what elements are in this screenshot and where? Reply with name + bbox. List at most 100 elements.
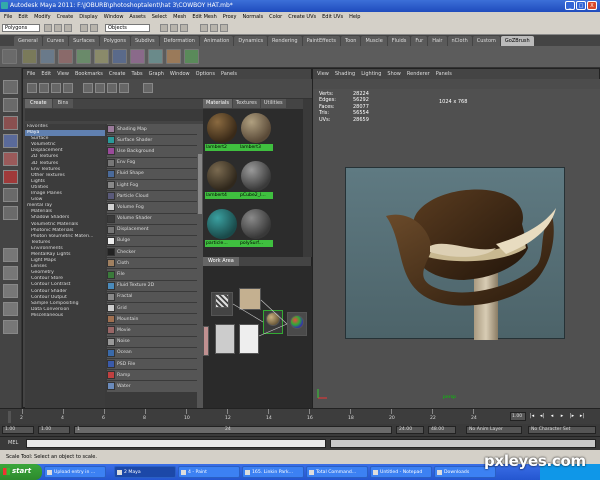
- step-forward-icon[interactable]: |▸: [568, 412, 576, 420]
- node-type-button[interactable]: Volume Fog: [107, 202, 197, 213]
- time-slider[interactable]: |◂ ◂| ◂ ▸ |▸ ▸| 1.00 2 4 6 8 10 12 14 16 18 20 22 2…: [0, 408, 600, 424]
- create-bar-search[interactable]: [25, 109, 203, 121]
- open-scene-icon[interactable]: [54, 24, 62, 32]
- node-type-button[interactable]: Ramp: [107, 370, 197, 381]
- node-type-button[interactable]: Fluid Shape: [107, 168, 197, 179]
- node-type-button[interactable]: File: [107, 269, 197, 280]
- minimize-button[interactable]: _: [565, 1, 575, 10]
- tab-curves[interactable]: Curves: [42, 36, 69, 46]
- input-connections-icon[interactable]: [95, 83, 105, 93]
- play-backward-icon[interactable]: ◂: [548, 412, 556, 420]
- tab-surfaces[interactable]: Surfaces: [69, 36, 99, 46]
- hs-menu-bookmarks[interactable]: Bookmarks: [75, 71, 103, 77]
- mel-command-input[interactable]: [26, 439, 326, 448]
- tree-item[interactable]: Photon Volumetric Materi...: [25, 234, 105, 240]
- menu-create-uvs[interactable]: Create UVs: [288, 14, 316, 20]
- node-type-button[interactable]: Checker: [107, 247, 197, 258]
- scrollbar-thumb[interactable]: [198, 154, 202, 214]
- paint-select-tool-icon[interactable]: [3, 116, 18, 130]
- shelf-tool-icon[interactable]: [58, 49, 73, 64]
- taskbar-item[interactable]: Upload entry in ...: [44, 466, 106, 478]
- go-to-end-icon[interactable]: ▸|: [578, 412, 586, 420]
- vp-menu-renderer[interactable]: Renderer: [407, 71, 430, 77]
- two-pane-layout-icon[interactable]: [3, 284, 18, 298]
- shelf-tool-icon[interactable]: [94, 49, 109, 64]
- maximize-button[interactable]: □: [576, 1, 586, 10]
- node-type-button[interactable]: Particle Cloud: [107, 191, 197, 202]
- menu-set-dropdown[interactable]: Polygons: [2, 24, 40, 32]
- manipulator-tool-icon[interactable]: [3, 188, 18, 202]
- tab-rendering[interactable]: Rendering: [268, 36, 302, 46]
- material-swatch[interactable]: lambert3: [239, 113, 273, 151]
- node-type-button[interactable]: Bulge: [107, 235, 197, 247]
- node-type-button[interactable]: Fluid Texture 2D: [107, 280, 197, 291]
- menu-proxy[interactable]: Proxy: [223, 14, 237, 20]
- hs-menu-graph[interactable]: Graph: [149, 71, 164, 77]
- viewport-canvas[interactable]: Verts: 28224 Edges: 56292 Faces: 28077 Tris: 56…: [313, 89, 600, 409]
- new-scene-icon[interactable]: [44, 24, 52, 32]
- tab-toon[interactable]: Toon: [340, 36, 361, 46]
- menu-window[interactable]: Window: [104, 14, 124, 20]
- hs-menu-tabs[interactable]: Tabs: [132, 71, 143, 77]
- character-set-dropdown[interactable]: No Character Set: [528, 426, 596, 434]
- node-type-button[interactable]: Use Background: [107, 146, 197, 157]
- node-type-button[interactable]: Water: [107, 381, 197, 392]
- menu-edit-mesh[interactable]: Edit Mesh: [192, 14, 216, 20]
- material-swatch[interactable]: lambert4: [205, 161, 239, 199]
- tree-item[interactable]: Miscellaneous: [25, 313, 105, 319]
- rotate-tool-icon[interactable]: [3, 152, 18, 166]
- hs-menu-panels[interactable]: Panels: [221, 71, 237, 77]
- shelf-tool-icon[interactable]: [22, 49, 37, 64]
- end-time-field[interactable]: 48.00: [428, 426, 456, 434]
- hs-menu-view[interactable]: View: [57, 71, 69, 77]
- node-type-button[interactable]: Fractal: [107, 291, 197, 302]
- node-type-button[interactable]: Noise: [107, 336, 197, 347]
- select-tool-icon[interactable]: [3, 80, 18, 94]
- render-icon[interactable]: [200, 24, 208, 32]
- show-bottom-tabs-icon[interactable]: [51, 83, 61, 93]
- play-forward-icon[interactable]: ▸: [558, 412, 566, 420]
- vp-menu-view[interactable]: View: [317, 71, 329, 77]
- output-connections-icon[interactable]: [107, 83, 117, 93]
- vp-menu-lighting[interactable]: Lighting: [361, 71, 381, 77]
- anim-layer-dropdown[interactable]: No Anim Layer: [466, 426, 522, 434]
- menu-file[interactable]: File: [4, 14, 12, 20]
- tab-dynamics[interactable]: Dynamics: [234, 36, 268, 46]
- hs-menu-create[interactable]: Create: [109, 71, 126, 77]
- lasso-tool-icon[interactable]: [3, 98, 18, 112]
- go-to-start-icon[interactable]: |◂: [528, 412, 536, 420]
- node-type-button[interactable]: Ocean: [107, 347, 197, 358]
- current-time-field[interactable]: 1.00: [510, 412, 526, 421]
- shelf-tool-icon[interactable]: [112, 49, 127, 64]
- save-scene-icon[interactable]: [64, 24, 72, 32]
- graph-layout-icon[interactable]: [3, 320, 18, 334]
- rearrange-graph-icon[interactable]: [143, 83, 153, 93]
- last-tool-icon[interactable]: [3, 206, 18, 220]
- tab-utilities[interactable]: Utilities: [260, 99, 286, 108]
- menu-edit[interactable]: Edit: [18, 14, 28, 20]
- node-type-button[interactable]: Cloth: [107, 258, 197, 269]
- hs-menu-window[interactable]: Window: [170, 71, 190, 77]
- shelf-tool-icon[interactable]: [148, 49, 163, 64]
- node-type-button[interactable]: Light Fog: [107, 179, 197, 191]
- node-type-button[interactable]: Mountain: [107, 314, 197, 325]
- taskbar-item[interactable]: 165. Linkin Park...: [242, 466, 304, 478]
- node-type-button[interactable]: Env Fog: [107, 157, 197, 168]
- node-type-button[interactable]: Movie: [107, 325, 197, 336]
- tab-animation[interactable]: Animation: [199, 36, 234, 46]
- material-swatch[interactable]: polySurf...: [239, 209, 273, 247]
- hs-menu-options[interactable]: Options: [196, 71, 215, 77]
- taskbar-item[interactable]: Untitled - Notepad: [370, 466, 432, 478]
- time-marker[interactable]: [8, 411, 11, 423]
- node-type-button[interactable]: Displacement: [107, 224, 197, 235]
- tab-hair[interactable]: Hair: [428, 36, 447, 46]
- material-swatch[interactable]: particle...: [205, 209, 239, 247]
- taskbar-item[interactable]: 2 Maya: [114, 466, 176, 478]
- hs-menu-edit[interactable]: Edit: [41, 71, 51, 77]
- tab-gozbrush[interactable]: GoZBrush: [500, 36, 534, 46]
- range-bar[interactable]: 1 24: [74, 426, 392, 434]
- tab-bins[interactable]: Bins: [52, 99, 74, 108]
- move-tool-icon[interactable]: [3, 134, 18, 148]
- four-pane-layout-icon[interactable]: [3, 266, 18, 280]
- scale-tool-icon[interactable]: [3, 170, 18, 184]
